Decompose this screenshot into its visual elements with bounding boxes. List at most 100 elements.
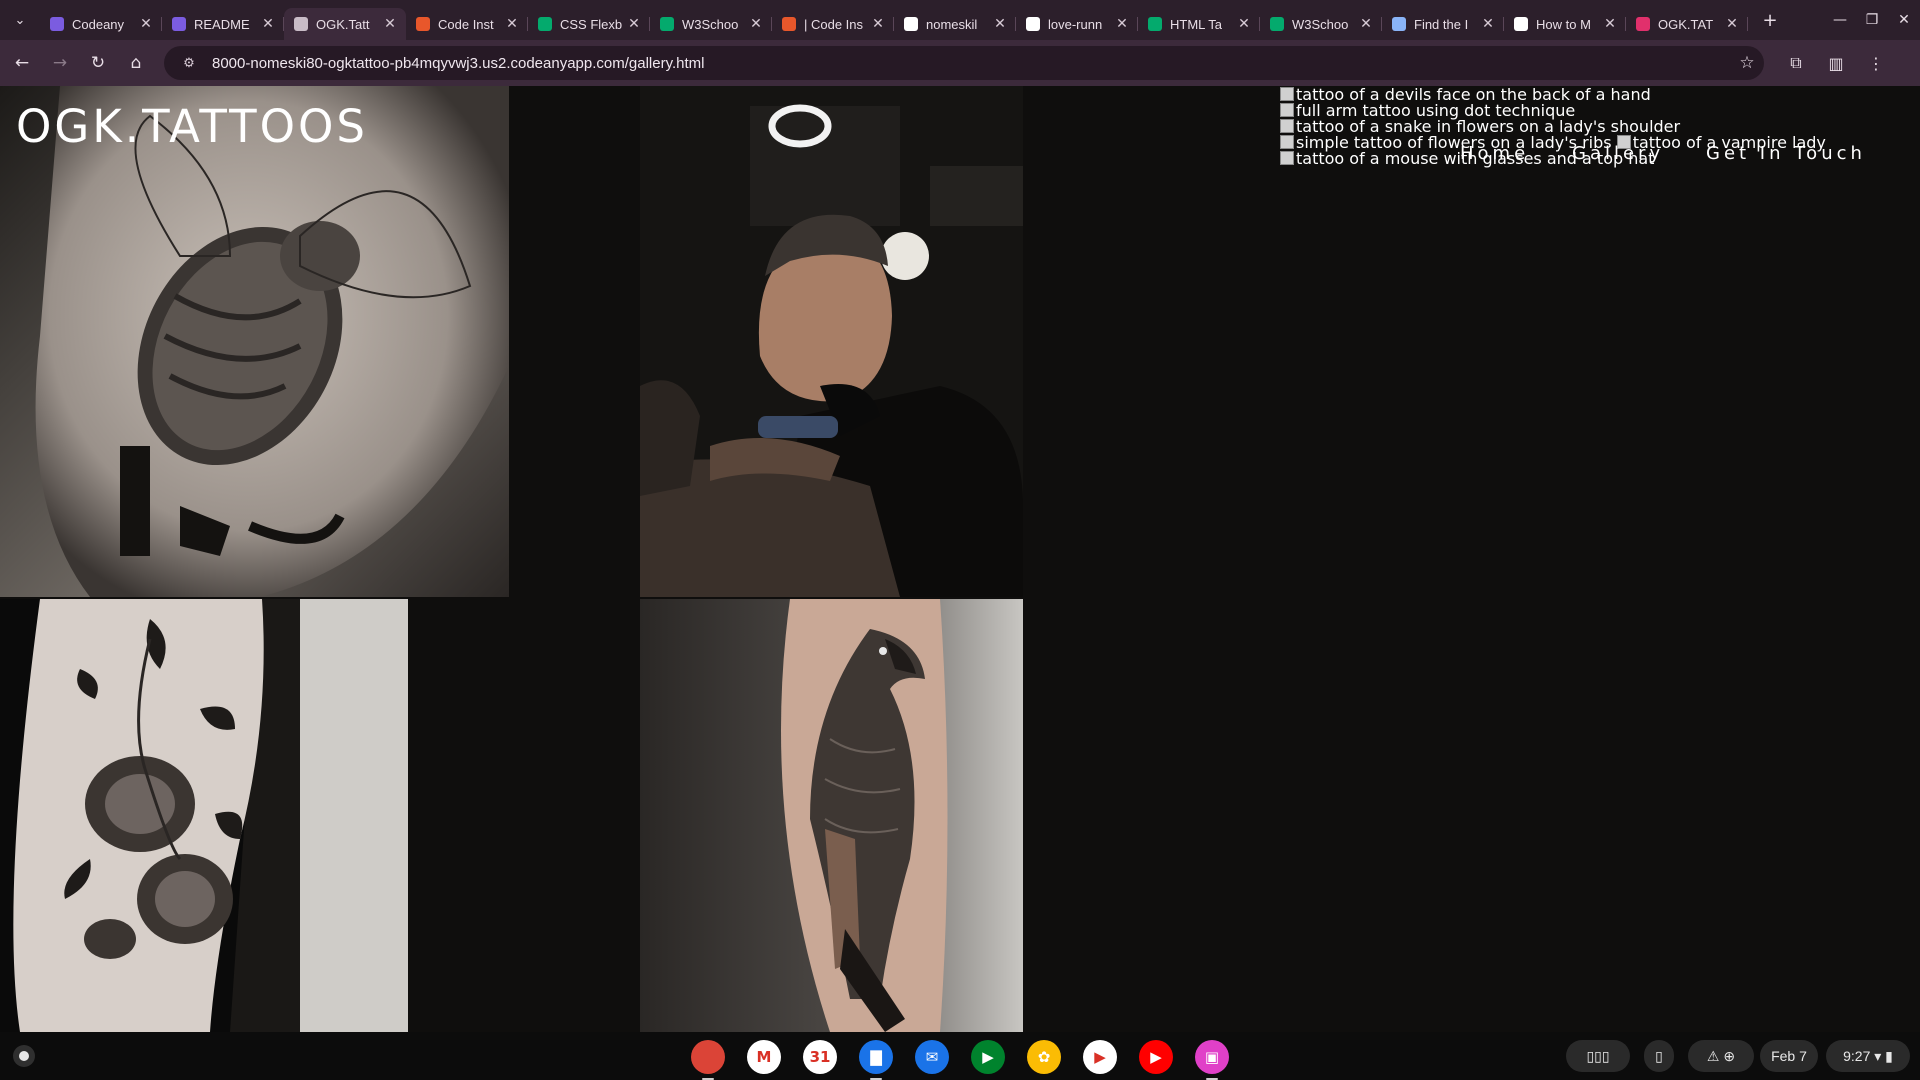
browser-tab[interactable]: Code Inst ✕ <box>406 8 528 40</box>
nav-link-gallery[interactable]: Gallery <box>1572 143 1664 164</box>
clock-text: 9:27 <box>1843 1048 1871 1064</box>
status-tray[interactable]: 9:27 ▾ ▮ <box>1826 1040 1910 1072</box>
gallery-app-icon[interactable]: ▣ <box>1195 1040 1229 1080</box>
back-arrow-icon[interactable]: ← <box>6 47 38 79</box>
browser-tab[interactable]: Find the I ✕ <box>1382 8 1504 40</box>
browser-tab[interactable]: love-runn ✕ <box>1016 8 1138 40</box>
tab-title: HTML Ta <box>1170 16 1223 32</box>
tab-search-chevron-icon[interactable]: ⌄ <box>0 0 40 40</box>
w3schools-icon <box>1148 17 1162 31</box>
close-tab-icon[interactable]: ✕ <box>1724 16 1740 32</box>
battery-icon: ▮ <box>1885 1047 1893 1064</box>
github-icon <box>904 17 918 31</box>
close-tab-icon[interactable]: ✕ <box>1480 16 1496 32</box>
tab-title: CSS Flexb <box>560 16 623 32</box>
close-tab-icon[interactable]: ✕ <box>992 16 1008 32</box>
calendar-icon[interactable]: 31 <box>803 1040 837 1074</box>
tab-title: Code Inst <box>438 16 494 32</box>
tab-title: Find the I <box>1414 16 1469 32</box>
w3schools-icon <box>1270 17 1284 31</box>
close-tab-icon[interactable]: ✕ <box>1236 16 1252 32</box>
instagram-icon <box>1636 17 1650 31</box>
window-controls: — ❐ ✕ <box>1824 0 1920 40</box>
menu-kebab-icon[interactable]: ⋮ <box>1856 54 1896 73</box>
close-tab-icon[interactable]: ✕ <box>138 16 154 32</box>
date-text: Feb 7 <box>1771 1048 1807 1064</box>
close-tab-icon[interactable]: ✕ <box>260 16 276 32</box>
side-panel-icon[interactable]: ▥ <box>1816 54 1856 73</box>
browser-toolbar: ← → ↻ ⌂ ⚙ 8000-nomeski80-ogktattoo-pb4mq… <box>0 40 1920 86</box>
w3schools-icon <box>660 17 674 31</box>
extensions-icon[interactable]: ⧉ <box>1776 53 1816 73</box>
w3schools-icon <box>538 17 552 31</box>
tab-title: How to M <box>1536 16 1591 32</box>
flag-icon <box>1392 17 1406 31</box>
phone-hub-icon[interactable]: ▯ <box>1644 1040 1674 1072</box>
browser-tab[interactable]: Codeany ✕ <box>40 8 162 40</box>
wikihow-icon <box>1514 17 1528 31</box>
tab-title: OGK.Tatt <box>316 16 370 32</box>
close-tab-icon[interactable]: ✕ <box>382 16 398 32</box>
home-icon[interactable]: ⌂ <box>120 47 152 79</box>
os-shelf: M 31 ▇ ✉ ▶ ✿ ▶ ▶ ▣ ▯▯▯ ▯ ⚠ ⊕ Feb 7 9:27 ▾ ▮ <box>0 1032 1920 1080</box>
codeanywhere-icon <box>172 17 186 31</box>
tab-title: README <box>194 16 250 32</box>
gmail-icon[interactable]: M <box>747 1040 781 1074</box>
notification-tray[interactable]: ⚠ ⊕ <box>1688 1040 1754 1072</box>
tab-strip: ⌄ Codeany ✕ README ✕ OGK.Tatt ✕ Code Inst ✕ CSS … <box>0 0 1920 40</box>
browser-tab[interactable]: W3Schoo ✕ <box>1260 8 1382 40</box>
bird-tattoo-photo[interactable] <box>640 599 1023 1032</box>
nav-link-get-in-touch[interactable]: Get In Touch <box>1706 143 1866 164</box>
nav-link-home[interactable]: Home <box>1460 143 1529 164</box>
files-icon[interactable]: ▇ <box>859 1040 893 1080</box>
web-page: OGK.TATTOOS tattoo of a devils face on t… <box>0 86 1920 1032</box>
browser-tab[interactable]: README ✕ <box>162 8 284 40</box>
tab-title: W3Schoo <box>682 16 739 32</box>
tab-title: love-runn <box>1048 16 1103 32</box>
tattoo-artist-photo[interactable] <box>640 86 1023 597</box>
close-tab-icon[interactable]: ✕ <box>1602 16 1618 32</box>
messages-icon[interactable]: ✉ <box>915 1040 949 1074</box>
forward-arrow-icon[interactable]: → <box>44 47 76 79</box>
tab-title: | Code Ins <box>804 16 864 32</box>
browser-tab[interactable]: | Code Ins ✕ <box>772 8 894 40</box>
tab-title: Codeany <box>72 16 125 32</box>
new-tab-plus-icon[interactable]: + <box>1754 10 1786 31</box>
browser-tab[interactable]: nomeskil ✕ <box>894 8 1016 40</box>
browser-tab[interactable]: HTML Ta ✕ <box>1138 8 1260 40</box>
close-tab-icon[interactable]: ✕ <box>748 16 764 32</box>
maximize-icon[interactable]: ❐ <box>1856 12 1888 28</box>
site-info-icon[interactable]: ⚙ <box>178 55 200 71</box>
browser-tab[interactable]: CSS Flexb ✕ <box>528 8 650 40</box>
browser-tab[interactable]: W3Schoo ✕ <box>650 8 772 40</box>
pinned-apps: M 31 ▇ ✉ ▶ ✿ ▶ ▶ ▣ <box>691 1040 1251 1080</box>
close-tab-icon[interactable]: ✕ <box>1114 16 1130 32</box>
close-tab-icon[interactable]: ✕ <box>1358 16 1374 32</box>
codeanywhere-icon <box>50 17 64 31</box>
address-bar[interactable]: ⚙ 8000-nomeski80-ogktattoo-pb4mqyvwj3.us… <box>164 46 1764 80</box>
youtube-icon[interactable]: ▶ <box>1139 1040 1173 1074</box>
close-tab-icon[interactable]: ✕ <box>870 16 886 32</box>
tab-title: W3Schoo <box>1292 16 1349 32</box>
meet-icon[interactable]: ▶ <box>971 1040 1005 1074</box>
code-institute-icon <box>782 17 796 31</box>
browser-tab[interactable]: OGK.Tatt ✕ <box>284 8 406 40</box>
browser-tab[interactable]: How to M ✕ <box>1504 8 1626 40</box>
site-brand-logo[interactable]: OGK.TATTOOS <box>16 100 368 153</box>
date-tray[interactable]: Feb 7 <box>1760 1040 1818 1072</box>
screen-capture-tray[interactable]: ▯▯▯ <box>1566 1040 1630 1072</box>
close-tab-icon[interactable]: ✕ <box>626 16 642 32</box>
reload-icon[interactable]: ↻ <box>82 47 114 79</box>
minimize-icon[interactable]: — <box>1824 12 1856 28</box>
browser-tab[interactable]: OGK.TAT ✕ <box>1626 8 1748 40</box>
play-store-icon[interactable]: ▶ <box>1083 1040 1117 1074</box>
close-window-icon[interactable]: ✕ <box>1888 12 1920 28</box>
photos-icon[interactable]: ✿ <box>1027 1040 1061 1074</box>
launcher-icon[interactable] <box>13 1045 35 1067</box>
flower-tattoo-photo[interactable] <box>0 599 408 1032</box>
url-text[interactable]: 8000-nomeski80-ogktattoo-pb4mqyvwj3.us2.… <box>212 55 1730 72</box>
close-tab-icon[interactable]: ✕ <box>504 16 520 32</box>
bee-tattoo-photo[interactable]: OGK.TATTOOS <box>0 86 509 597</box>
chrome-icon[interactable] <box>691 1040 725 1080</box>
bookmark-star-icon[interactable]: ☆ <box>1730 53 1764 73</box>
